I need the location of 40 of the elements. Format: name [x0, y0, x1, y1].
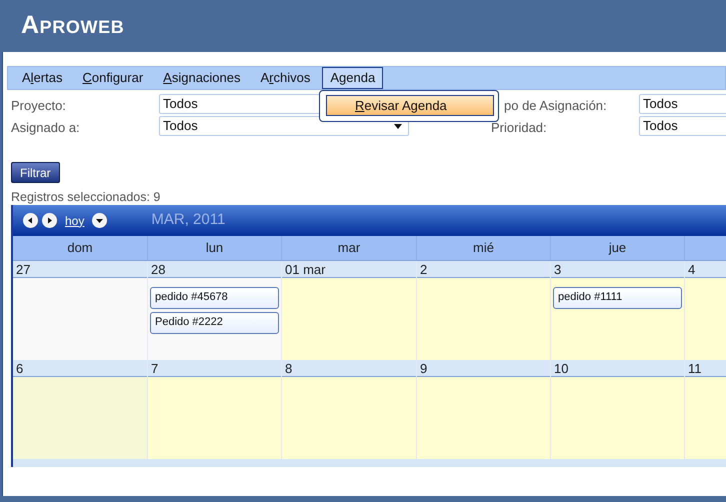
date-number: 2 — [417, 261, 550, 278]
month-label: MAR, 2011 — [151, 210, 226, 230]
menu-item[interactable]: Asignaciones — [155, 67, 248, 89]
date-number: 7 — [148, 360, 281, 377]
date-number: 27 — [13, 261, 147, 278]
date-number: 9 — [417, 360, 550, 377]
field-label: Prioridad: — [491, 119, 547, 137]
next-icon[interactable] — [42, 213, 57, 228]
menu-item[interactable]: Alertas — [14, 67, 70, 89]
day-header: jue — [551, 236, 685, 260]
date-number: 28 — [148, 261, 281, 278]
menu-item[interactable]: Archivos — [252, 67, 318, 89]
field-label: Asignado a: — [11, 119, 80, 137]
field-label: Proyecto: — [11, 97, 66, 115]
select-field[interactable]: Todos — [639, 116, 726, 136]
event-item[interactable]: Pedido #2222 — [150, 312, 279, 334]
menu-item[interactable]: Configurar — [74, 67, 152, 89]
records-count: Registros seleccionados: 9 — [10, 189, 162, 205]
filter-button[interactable]: Filtrar — [11, 162, 60, 183]
day-header: lun — [148, 236, 282, 260]
day-header: mié — [417, 236, 551, 260]
event-item[interactable]: pedido #45678 — [150, 287, 279, 309]
date-number: 01 mar — [282, 261, 416, 278]
dropdown-icon[interactable] — [92, 213, 108, 228]
date-number: 3 — [551, 261, 684, 278]
app-title: Aproweb — [21, 10, 124, 42]
menu-item[interactable]: Revisar Agenda — [326, 95, 494, 116]
field-label: po de Asignación: — [504, 97, 607, 115]
date-number: 4 — [685, 261, 726, 278]
date-number: 8 — [282, 360, 416, 377]
date-number: 10 — [551, 360, 684, 377]
menu-item[interactable]: Agenda — [322, 67, 384, 89]
previous-icon[interactable] — [23, 213, 38, 228]
date-number: 6 — [13, 360, 147, 377]
day-header: mar — [282, 236, 417, 260]
day-header: dom — [13, 236, 148, 260]
date-number: 11 — [685, 360, 726, 377]
event-item[interactable]: pedido #1111 — [553, 287, 682, 309]
select-field[interactable]: Todos — [639, 94, 726, 114]
today-link[interactable]: hoy — [65, 212, 84, 230]
